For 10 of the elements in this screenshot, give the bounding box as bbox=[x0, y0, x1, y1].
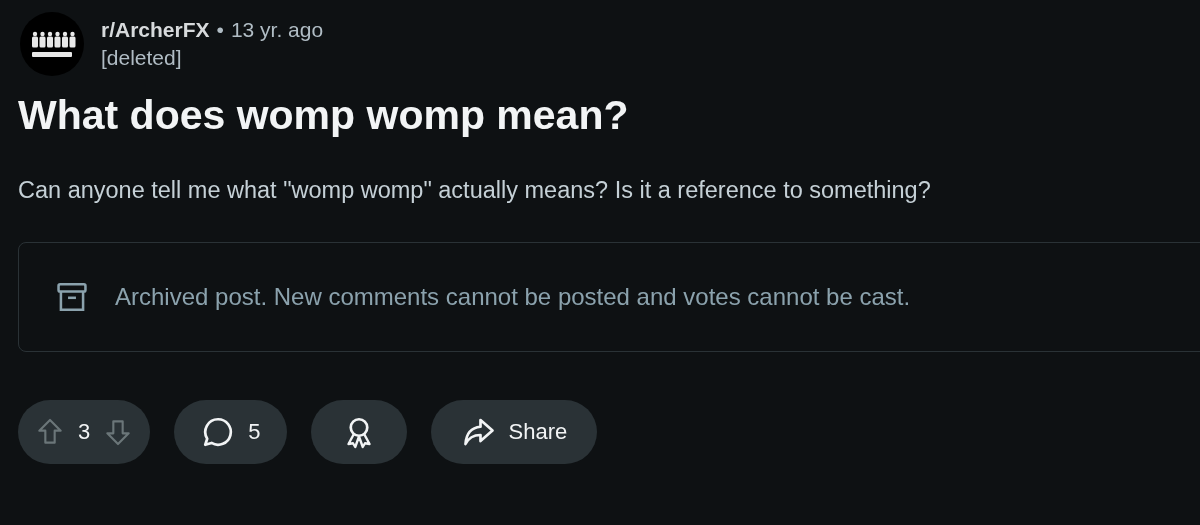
share-button[interactable]: Share bbox=[430, 400, 598, 464]
notice-text: Archived post. New comments cannot be posted and votes cannot be cast. bbox=[115, 283, 911, 311]
separator: • bbox=[216, 18, 224, 42]
author-name: [deleted] bbox=[101, 46, 183, 70]
post-age: 13 yr. ago bbox=[230, 18, 324, 42]
subreddit-link[interactable]: r/ArcherFX bbox=[101, 18, 210, 42]
post-title: What does womp womp mean? bbox=[18, 92, 630, 139]
comments-button[interactable]: 5 bbox=[174, 400, 287, 464]
post-body: Can anyone tell me what "womp womp" actually means? Is it a reference to something? bbox=[18, 177, 932, 204]
vote-count: 3 bbox=[78, 419, 91, 445]
